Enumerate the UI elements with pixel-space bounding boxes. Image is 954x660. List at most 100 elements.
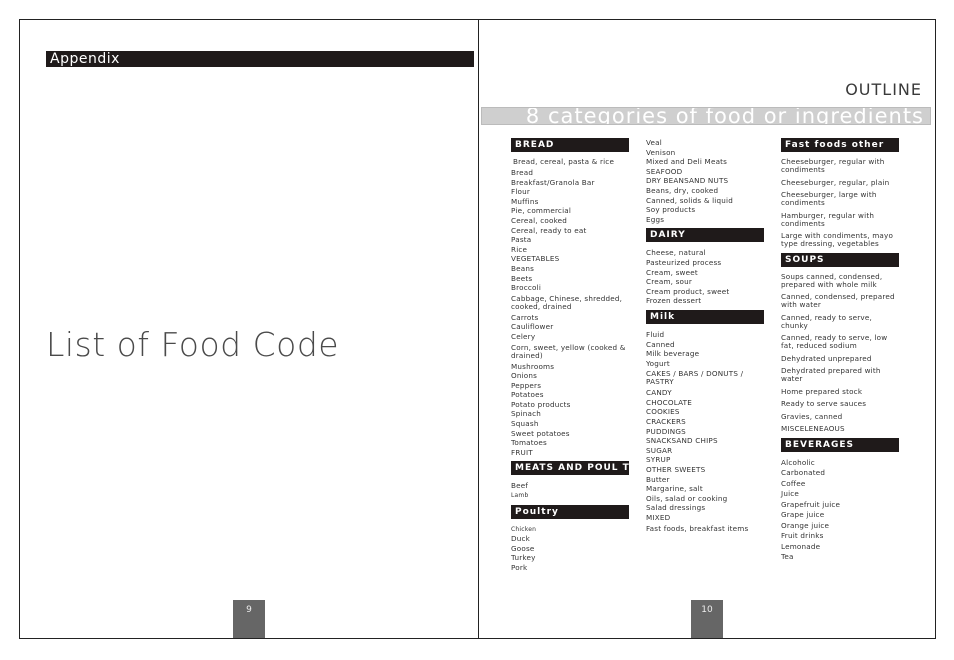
food-code-item: CHOCOLATE <box>646 397 693 407</box>
food-code-item: Celery <box>511 331 536 341</box>
food-category-section: BEVERAGES Alcoholic Carbonated Coffee Juice G… <box>781 437 899 561</box>
food-code-item: Veal <box>646 138 662 147</box>
food-code-item: Flour <box>511 187 531 197</box>
food-code-item: Breakfast/Granola Bar <box>511 177 595 187</box>
page-number-tab: 9 <box>233 600 265 638</box>
food-code-item: Hamburger, regular with condiments <box>781 210 875 228</box>
food-code-item: Coffee <box>781 478 806 488</box>
food-column-1: BREAD Bread, cereal, pasta & rice Bread Bre… <box>511 138 644 573</box>
food-code-item: Venison <box>646 147 676 157</box>
food-code-item: Home prepared stock <box>781 386 863 396</box>
food-code-item: Turkey <box>511 553 536 563</box>
food-code-item: Bread, cereal, pasta & rice <box>513 157 615 166</box>
food-category-section: Poultry Chicken Duck Goose Turkey Pork <box>511 504 629 573</box>
food-code-item: Cream product, sweet <box>646 286 730 296</box>
right-page: OUTLINE 8 categories of food or ingredie… <box>478 19 936 639</box>
food-code-item: Yogurt <box>646 358 670 368</box>
food-code-item: Muffins <box>511 196 539 206</box>
document-title: List of Food Code <box>46 325 340 364</box>
food-code-item: Pasteurized process <box>646 257 722 267</box>
food-code-item: SYRUP <box>646 455 671 465</box>
food-code-item: Beans <box>511 263 535 273</box>
food-code-item: Dehydrated unprepared <box>781 353 872 363</box>
food-code-item: PUDDINGS <box>646 426 686 436</box>
food-code-item: Squash <box>511 419 539 429</box>
food-code-item: Cereal, ready to eat <box>511 225 587 235</box>
food-code-item: Cheeseburger, regular with condiments <box>781 157 885 174</box>
food-code-item: Corn, sweet, yellow (cooked & drained) <box>511 342 626 360</box>
food-code-item: OTHER SWEETS <box>646 465 706 475</box>
food-code-item: Cheeseburger, large with condiments <box>781 190 877 207</box>
food-code-item: Potatoes <box>511 390 544 400</box>
food-code-item: Pasta <box>511 235 532 245</box>
food-code-item: Eggs <box>646 214 665 224</box>
category-header: DAIRY <box>646 228 764 243</box>
food-code-item: SUGAR <box>646 445 673 455</box>
food-code-item: Cabbage, Chinese, shredded, cooked, drai… <box>511 293 623 311</box>
food-code-item: Cheeseburger, regular, plain <box>781 177 890 187</box>
food-code-item: Broccoli <box>511 283 542 293</box>
left-page: Appendix List of Food Code 9 <box>19 19 479 639</box>
food-code-item: Alcoholic <box>781 457 815 467</box>
category-header: Milk <box>646 309 764 324</box>
food-code-item: Canned, ready to serve, chunky <box>781 312 872 330</box>
food-column-2: Veal Venison Mixed and Deli Meats SEAFOOD DR… <box>646 138 764 535</box>
food-code-item: Potato products <box>511 399 571 409</box>
food-code-item: Grape juice <box>781 510 825 519</box>
food-code-item: Fast foods, breakfast items <box>646 523 749 533</box>
food-code-item: Sweet potatoes <box>511 428 570 438</box>
food-code-item: Salad dressings <box>646 503 706 513</box>
category-header: BEVERAGES <box>781 437 899 452</box>
food-code-item: COOKIES <box>646 407 680 417</box>
food-code-item: CAKES / BARS / DONUTS / PASTRY <box>646 369 744 387</box>
food-code-item: CANDY <box>646 388 672 398</box>
food-code-item: MIXED <box>646 513 671 522</box>
food-code-item: Lemonade <box>781 541 821 551</box>
category-header: SOUPS <box>781 252 899 267</box>
food-code-item: Gravies, canned <box>781 411 843 421</box>
food-code-item: FRUIT <box>511 447 533 457</box>
food-code-item: Goose <box>511 543 535 553</box>
food-code-item: Rice <box>511 244 528 254</box>
food-code-item: Beef <box>511 481 529 491</box>
food-code-item: Carbonated <box>781 468 826 477</box>
food-code-item: Mushrooms <box>511 361 555 371</box>
food-code-item: Oils, salad or cooking <box>646 493 728 503</box>
food-category-section: Veal Venison Mixed and Deli Meats SEAFOOD DR… <box>646 138 764 224</box>
food-code-item: Carrots <box>511 312 539 322</box>
food-code-item: Duck <box>511 534 531 544</box>
category-header: MEATS AND POUL TRY <box>511 461 644 476</box>
food-code-item: Onions <box>511 371 538 381</box>
food-code-item: Spinach <box>511 409 541 419</box>
food-code-item: Peppers <box>511 380 542 390</box>
food-code-item: MISCELENEAOUS <box>781 424 845 433</box>
food-code-item: Butter <box>646 474 670 484</box>
food-code-item: SNACKSAND CHIPS <box>646 436 718 446</box>
food-code-item: Fruit drinks <box>781 531 824 540</box>
food-code-item: Cream, sour <box>646 277 693 287</box>
food-code-item: Dehydrated prepared with water <box>781 366 881 383</box>
food-code-item: Large with condiments, mayo type dressin… <box>781 231 894 248</box>
food-code-item: Cereal, cooked <box>511 215 568 225</box>
food-code-item: Cauliflower <box>511 322 554 332</box>
food-code-item: Ready to serve sauces <box>781 399 867 408</box>
food-category-section: Fast foods other Cheeseburger, regular wi… <box>781 138 899 248</box>
food-category-section: BREAD Bread, cereal, pasta & rice Bread Bre… <box>511 138 629 457</box>
food-category-section: DAIRY Cheese, natural Pasteurized process C… <box>646 228 764 306</box>
food-code-item: SEAFOOD <box>646 166 683 176</box>
food-code-item: Tomatoes <box>511 438 547 448</box>
food-code-item: Cream, sweet <box>646 267 698 277</box>
food-code-item: Canned, condensed, prepared with water <box>781 292 895 309</box>
category-header: BREAD <box>511 138 629 152</box>
food-code-item: Soy products <box>646 205 696 215</box>
food-code-item: Soups canned, condensed, prepared with w… <box>781 271 883 289</box>
categories-banner: 8 categories of food or ingredients <box>481 107 931 125</box>
category-header: Fast foods other <box>781 138 899 152</box>
food-code-item: Pork <box>511 563 528 572</box>
food-code-item: Orange juice <box>781 520 830 530</box>
outline-label: OUTLINE <box>845 80 922 99</box>
food-code-item: Canned <box>646 339 675 349</box>
category-header: Poultry <box>511 504 629 519</box>
food-code-item: Cheese, natural <box>646 248 706 258</box>
food-code-item: Juice <box>781 489 800 498</box>
